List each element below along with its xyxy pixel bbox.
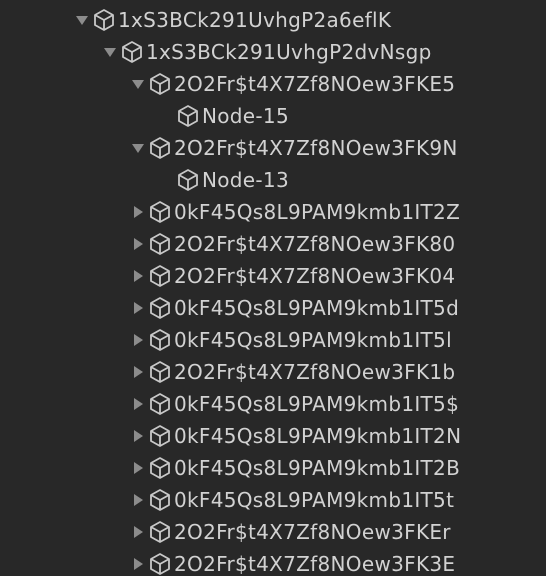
tree-row[interactable]: 2O2Fr$t4X7Zf8NOew3FK9N <box>0 132 546 164</box>
cube-icon <box>92 4 118 36</box>
tree-row[interactable]: 2O2Fr$t4X7Zf8NOew3FKE5 <box>0 68 546 100</box>
triangle-right-icon[interactable] <box>128 292 148 324</box>
tree-row-label: 2O2Fr$t4X7Zf8NOew3FK9N <box>174 136 458 160</box>
tree-row-label: 2O2Fr$t4X7Zf8NOew3FK80 <box>174 232 456 256</box>
triangle-right-icon[interactable] <box>128 452 148 484</box>
tree-row[interactable]: 0kF45Qs8L9PAM9kmb1IT5t <box>0 484 546 516</box>
cube-icon <box>148 516 174 548</box>
tree-row[interactable]: 2O2Fr$t4X7Zf8NOew3FK3E <box>0 548 546 576</box>
cube-icon <box>148 324 174 356</box>
cube-icon <box>148 452 174 484</box>
cube-icon <box>148 548 174 576</box>
tree-row-label: 2O2Fr$t4X7Zf8NOew3FK04 <box>174 264 456 288</box>
triangle-right-icon[interactable] <box>128 324 148 356</box>
tree-row-label: 1xS3BCk291UvhgP2dvNsgp <box>146 40 432 64</box>
triangle-right-icon[interactable] <box>128 260 148 292</box>
cube-icon <box>148 228 174 260</box>
tree-row-label: Node-15 <box>202 104 289 128</box>
triangle-down-icon[interactable] <box>72 4 92 36</box>
tree-row[interactable]: Node-13 <box>0 164 546 196</box>
cube-icon <box>148 260 174 292</box>
tree-row-label: 0kF45Qs8L9PAM9kmb1IT5d <box>174 296 460 320</box>
tree-row-label: 2O2Fr$t4X7Zf8NOew3FK1b <box>174 360 456 384</box>
cube-icon <box>148 292 174 324</box>
tree-row-label: Node-13 <box>202 168 289 192</box>
tree-row[interactable]: 2O2Fr$t4X7Zf8NOew3FK04 <box>0 260 546 292</box>
triangle-right-icon[interactable] <box>128 196 148 228</box>
tree-row-label: 0kF45Qs8L9PAM9kmb1IT2N <box>174 424 462 448</box>
triangle-down-icon[interactable] <box>128 132 148 164</box>
tree-row[interactable]: 0kF45Qs8L9PAM9kmb1IT2Z <box>0 196 546 228</box>
triangle-down-icon[interactable] <box>128 68 148 100</box>
tree-row-label: 0kF45Qs8L9PAM9kmb1IT5l <box>174 328 452 352</box>
tree-row[interactable]: 0kF45Qs8L9PAM9kmb1IT5$ <box>0 388 546 420</box>
tree-row[interactable]: 1xS3BCk291UvhgP2a6eflK <box>0 4 546 36</box>
tree-row-label: 0kF45Qs8L9PAM9kmb1IT2Z <box>174 200 461 224</box>
tree-row[interactable]: 0kF45Qs8L9PAM9kmb1IT5l <box>0 324 546 356</box>
tree-row[interactable]: 2O2Fr$t4X7Zf8NOew3FK80 <box>0 228 546 260</box>
cube-icon <box>148 68 174 100</box>
tree-row-label: 2O2Fr$t4X7Zf8NOew3FK3E <box>174 552 456 576</box>
triangle-right-icon[interactable] <box>128 356 148 388</box>
tree-row-label: 0kF45Qs8L9PAM9kmb1IT5$ <box>174 392 460 416</box>
triangle-down-icon[interactable] <box>100 36 120 68</box>
tree-row[interactable]: 2O2Fr$t4X7Zf8NOew3FKEr <box>0 516 546 548</box>
triangle-right-icon[interactable] <box>128 484 148 516</box>
tree-row[interactable]: 0kF45Qs8L9PAM9kmb1IT2B <box>0 452 546 484</box>
cube-icon <box>176 164 202 196</box>
cube-icon <box>148 388 174 420</box>
triangle-right-icon[interactable] <box>128 420 148 452</box>
tree-row[interactable]: 2O2Fr$t4X7Zf8NOew3FK1b <box>0 356 546 388</box>
tree-row[interactable]: 1xS3BCk291UvhgP2dvNsgp <box>0 36 546 68</box>
triangle-right-icon[interactable] <box>128 228 148 260</box>
tree-row-label: 1xS3BCk291UvhgP2a6eflK <box>118 8 392 32</box>
tree-row[interactable]: Node-15 <box>0 100 546 132</box>
tree-row-label: 0kF45Qs8L9PAM9kmb1IT2B <box>174 456 461 480</box>
tree-row[interactable]: 0kF45Qs8L9PAM9kmb1IT5d <box>0 292 546 324</box>
cube-icon <box>148 420 174 452</box>
tree-row-label: 2O2Fr$t4X7Zf8NOew3FKEr <box>174 520 451 544</box>
cube-icon <box>176 100 202 132</box>
cube-icon <box>148 196 174 228</box>
tree-row[interactable]: 0kF45Qs8L9PAM9kmb1IT2N <box>0 420 546 452</box>
cube-icon <box>148 356 174 388</box>
triangle-right-icon[interactable] <box>128 548 148 576</box>
triangle-right-icon[interactable] <box>128 388 148 420</box>
tree-row-label: 0kF45Qs8L9PAM9kmb1IT5t <box>174 488 455 512</box>
tree-row-label: 2O2Fr$t4X7Zf8NOew3FKE5 <box>174 72 456 96</box>
triangle-right-icon[interactable] <box>128 516 148 548</box>
cube-icon <box>148 484 174 516</box>
hierarchy-tree: 1xS3BCk291UvhgP2a6eflK 1xS3BCk291UvhgP2dv… <box>0 0 546 576</box>
cube-icon <box>120 36 146 68</box>
cube-icon <box>148 132 174 164</box>
